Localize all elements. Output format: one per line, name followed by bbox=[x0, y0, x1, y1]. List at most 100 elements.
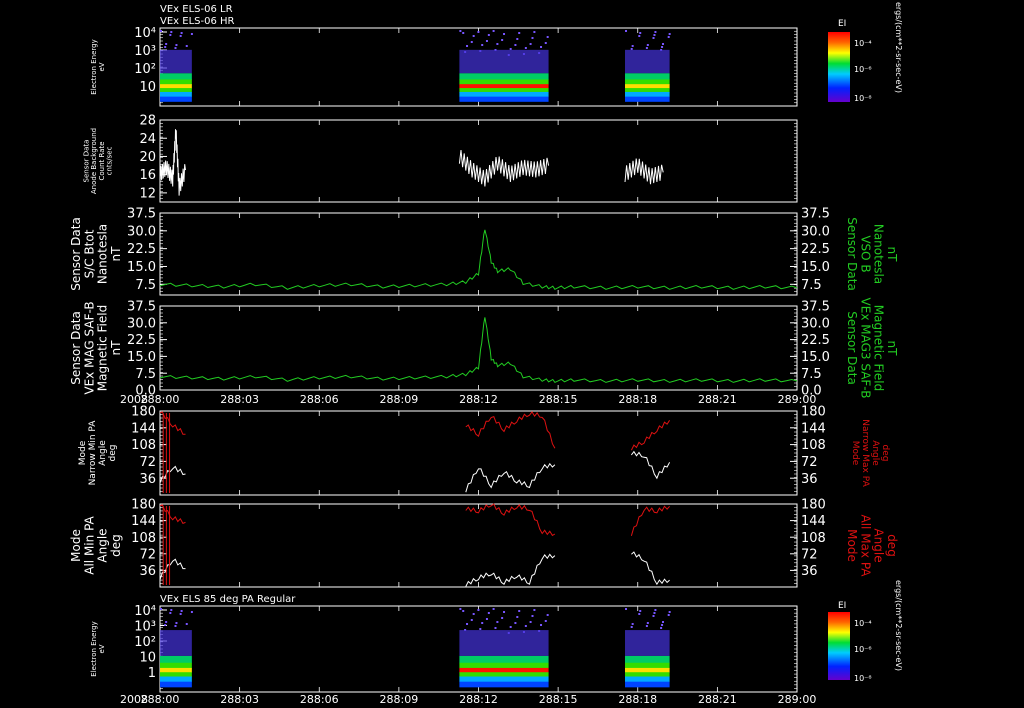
spectrogram-bottom-upper-band bbox=[459, 630, 549, 656]
spectrogram-bottom-band bbox=[160, 662, 192, 669]
spectrogram-top-band bbox=[160, 84, 192, 89]
spectrogram-top-band bbox=[459, 88, 549, 93]
spectrogram-top-noise-pixel bbox=[485, 40, 488, 42]
spectrogram-bottom-band bbox=[160, 667, 192, 673]
xaxis1-tick-label: 288:09 bbox=[380, 393, 419, 406]
spectrogram-top-band bbox=[160, 96, 192, 102]
all-pa-y-tick-label-right: 108 bbox=[801, 531, 826, 546]
spectrogram-top-noise-pixel bbox=[459, 30, 462, 32]
narrow-pa-series-0-seg-2 bbox=[630, 420, 671, 451]
colorbar-bottom-unit: ergs/(cm**2-sr-sec-eV) bbox=[894, 580, 903, 671]
bottom-panel-title: VEx ELS 85 deg PA Regular bbox=[160, 594, 296, 605]
btot-right-label-line-0: Sensor Data bbox=[845, 217, 859, 291]
all-pa-left-label-line-3: deg bbox=[109, 534, 123, 557]
spectrogram-bottom-band bbox=[459, 662, 549, 669]
btot-y-tick-label: 22.5 bbox=[127, 242, 156, 257]
btot-left-label-line-0: Sensor Data bbox=[69, 217, 83, 291]
spectrogram-top-band bbox=[625, 88, 670, 93]
spectrogram-bottom-noise-pixel bbox=[662, 621, 665, 623]
colorbar-bottom-tick-0: 10⁻⁴ bbox=[854, 619, 872, 628]
spectrogram-bottom-noise-pixel bbox=[529, 621, 532, 623]
mag3-y-tick-label: 7.5 bbox=[135, 367, 156, 382]
xaxis2-tick-label: 288:03 bbox=[220, 693, 259, 706]
mag3-y-tick-label: 37.5 bbox=[127, 300, 156, 315]
spectrogram-top-noise-pixel bbox=[540, 46, 543, 48]
spectrogram-bottom-band bbox=[625, 655, 670, 664]
xaxis2-tick-label: 288:18 bbox=[618, 693, 657, 706]
spectrogram-bottom-band bbox=[459, 681, 549, 688]
xaxis2-tick-label: 288:00 bbox=[141, 693, 180, 706]
spectrogram-bottom-noise-pixel bbox=[516, 616, 519, 618]
all-pa-y-tick-label: 36 bbox=[139, 564, 156, 579]
plot-canvas: VEx ELS-06 LR VEx ELS-06 HR VEx ELS 85 d… bbox=[69, 2, 903, 706]
spectrogram-top-noise-pixel bbox=[509, 48, 512, 50]
colorbar-bottom-tick-1: 10⁻⁶ bbox=[854, 645, 872, 654]
spectrogram-bottom-noise-pixel bbox=[514, 622, 517, 624]
xaxis1-tick-label: 288:03 bbox=[220, 393, 259, 406]
btot-series bbox=[159, 229, 798, 290]
spectrogram-bottom-noise-pixel bbox=[540, 624, 543, 626]
narrow-pa-series-0-seg-0 bbox=[159, 411, 186, 435]
colorbar-bottom: EI 10⁻⁴ 10⁻⁶ 10⁻⁸ ergs/(cm**2-sr-sec-eV) bbox=[828, 580, 903, 683]
spectrogram-bottom-noise-pixel bbox=[652, 615, 655, 617]
spectrogram-top-noise-pixel bbox=[667, 36, 670, 38]
all-pa-y-tick-label-right: 72 bbox=[801, 547, 818, 562]
xaxis2-tick-label: 288:15 bbox=[539, 693, 578, 706]
spectrogram-bottom-noise-pixel bbox=[190, 611, 193, 613]
spectrogram-bottom-noise-pixel bbox=[524, 625, 527, 627]
narrow-pa-frame bbox=[159, 410, 798, 496]
anode-y-tick-label: 20 bbox=[139, 150, 156, 165]
spectrogram-top-band bbox=[160, 91, 192, 98]
spectrogram-top-noise-pixel bbox=[652, 37, 655, 39]
mag3-y-tick-label: 30.0 bbox=[127, 316, 156, 331]
colorbar-top-unit: ergs/(cm**2-sr-sec-eV) bbox=[894, 2, 903, 93]
spectrogram-bottom-noise-pixel bbox=[509, 626, 512, 628]
xaxis2-tick-label: 289:00 bbox=[778, 693, 817, 706]
spectrogram-bottom-noise-pixel bbox=[531, 615, 534, 617]
spectrogram-bottom-noise-pixel bbox=[503, 611, 506, 613]
header-line-2: VEx ELS-06 HR bbox=[160, 16, 235, 27]
all-pa-y-tick-label: 180 bbox=[131, 498, 156, 513]
spectrogram-bottom-noise-pixel bbox=[533, 609, 536, 611]
spectrogram-top-noise-pixel bbox=[533, 31, 536, 33]
anode-series-0 bbox=[159, 129, 186, 196]
mag3-y-tick-label-right: 7.5 bbox=[801, 367, 822, 382]
spectrogram-top-noise-pixel bbox=[529, 43, 532, 45]
anode-y-tick-label: 24 bbox=[139, 132, 156, 147]
all-pa-right-label-line-3: deg bbox=[885, 534, 899, 557]
spectrogram-top-band bbox=[459, 96, 549, 102]
spectrogram-bottom-band bbox=[625, 662, 670, 669]
all-pa-series-1-seg-1 bbox=[465, 553, 556, 587]
spectrogram-top-band bbox=[625, 73, 670, 80]
narrow-pa-right-label-line-2: Angle bbox=[870, 440, 880, 466]
all-pa-right-label-line-2: Angle bbox=[872, 528, 886, 562]
spectrogram-bottom-noise-pixel bbox=[180, 610, 183, 612]
spectrogram-top-upper-band bbox=[625, 49, 670, 74]
spectrogram-top-band bbox=[459, 73, 549, 80]
btot-frame bbox=[159, 212, 798, 296]
btot-y-tick-label-right: 22.5 bbox=[801, 242, 830, 257]
btot-left-label-line-2: Nanotesla bbox=[96, 224, 110, 284]
spectrogram-top-noise-pixel bbox=[496, 43, 499, 45]
narrow-pa-y-tick-label-right: 108 bbox=[801, 438, 826, 453]
spectrogram-top-upper-band bbox=[459, 49, 549, 74]
spectrogram-bottom-noise-pixel bbox=[494, 627, 497, 629]
spectrogram-top-noise-pixel bbox=[472, 35, 475, 37]
narrow-pa-left-label-line-1: Narrow Min PA bbox=[88, 420, 98, 486]
spectrogram-top-band bbox=[459, 84, 549, 89]
spectrogram-top-noise-pixel bbox=[544, 42, 547, 44]
spectrogram-bottom-band bbox=[160, 676, 192, 683]
colorbar-bottom-tick-2: 10⁻⁸ bbox=[854, 674, 872, 683]
spectrogram-top-noise-pixel bbox=[546, 36, 549, 38]
header-line-1: VEx ELS-06 LR bbox=[160, 4, 233, 15]
spectrogram-bottom-noise-pixel bbox=[479, 628, 482, 630]
spectrogram-top-noise-pixel bbox=[653, 34, 656, 36]
colorbar-top-tick-2: 10⁻⁸ bbox=[854, 94, 872, 103]
spectrogram-bottom-noise-pixel bbox=[546, 614, 549, 616]
spectrogram-top-band bbox=[459, 79, 549, 85]
xaxis1-tick-label: 288:00 bbox=[141, 393, 180, 406]
btot-y-tick-label-right: 30.0 bbox=[801, 224, 830, 239]
btot-left-label-line-1: S/C Btot bbox=[82, 229, 96, 278]
narrow-pa-series-0-seg-1 bbox=[465, 411, 556, 449]
xaxis1-tick-label: 288:06 bbox=[300, 393, 339, 406]
